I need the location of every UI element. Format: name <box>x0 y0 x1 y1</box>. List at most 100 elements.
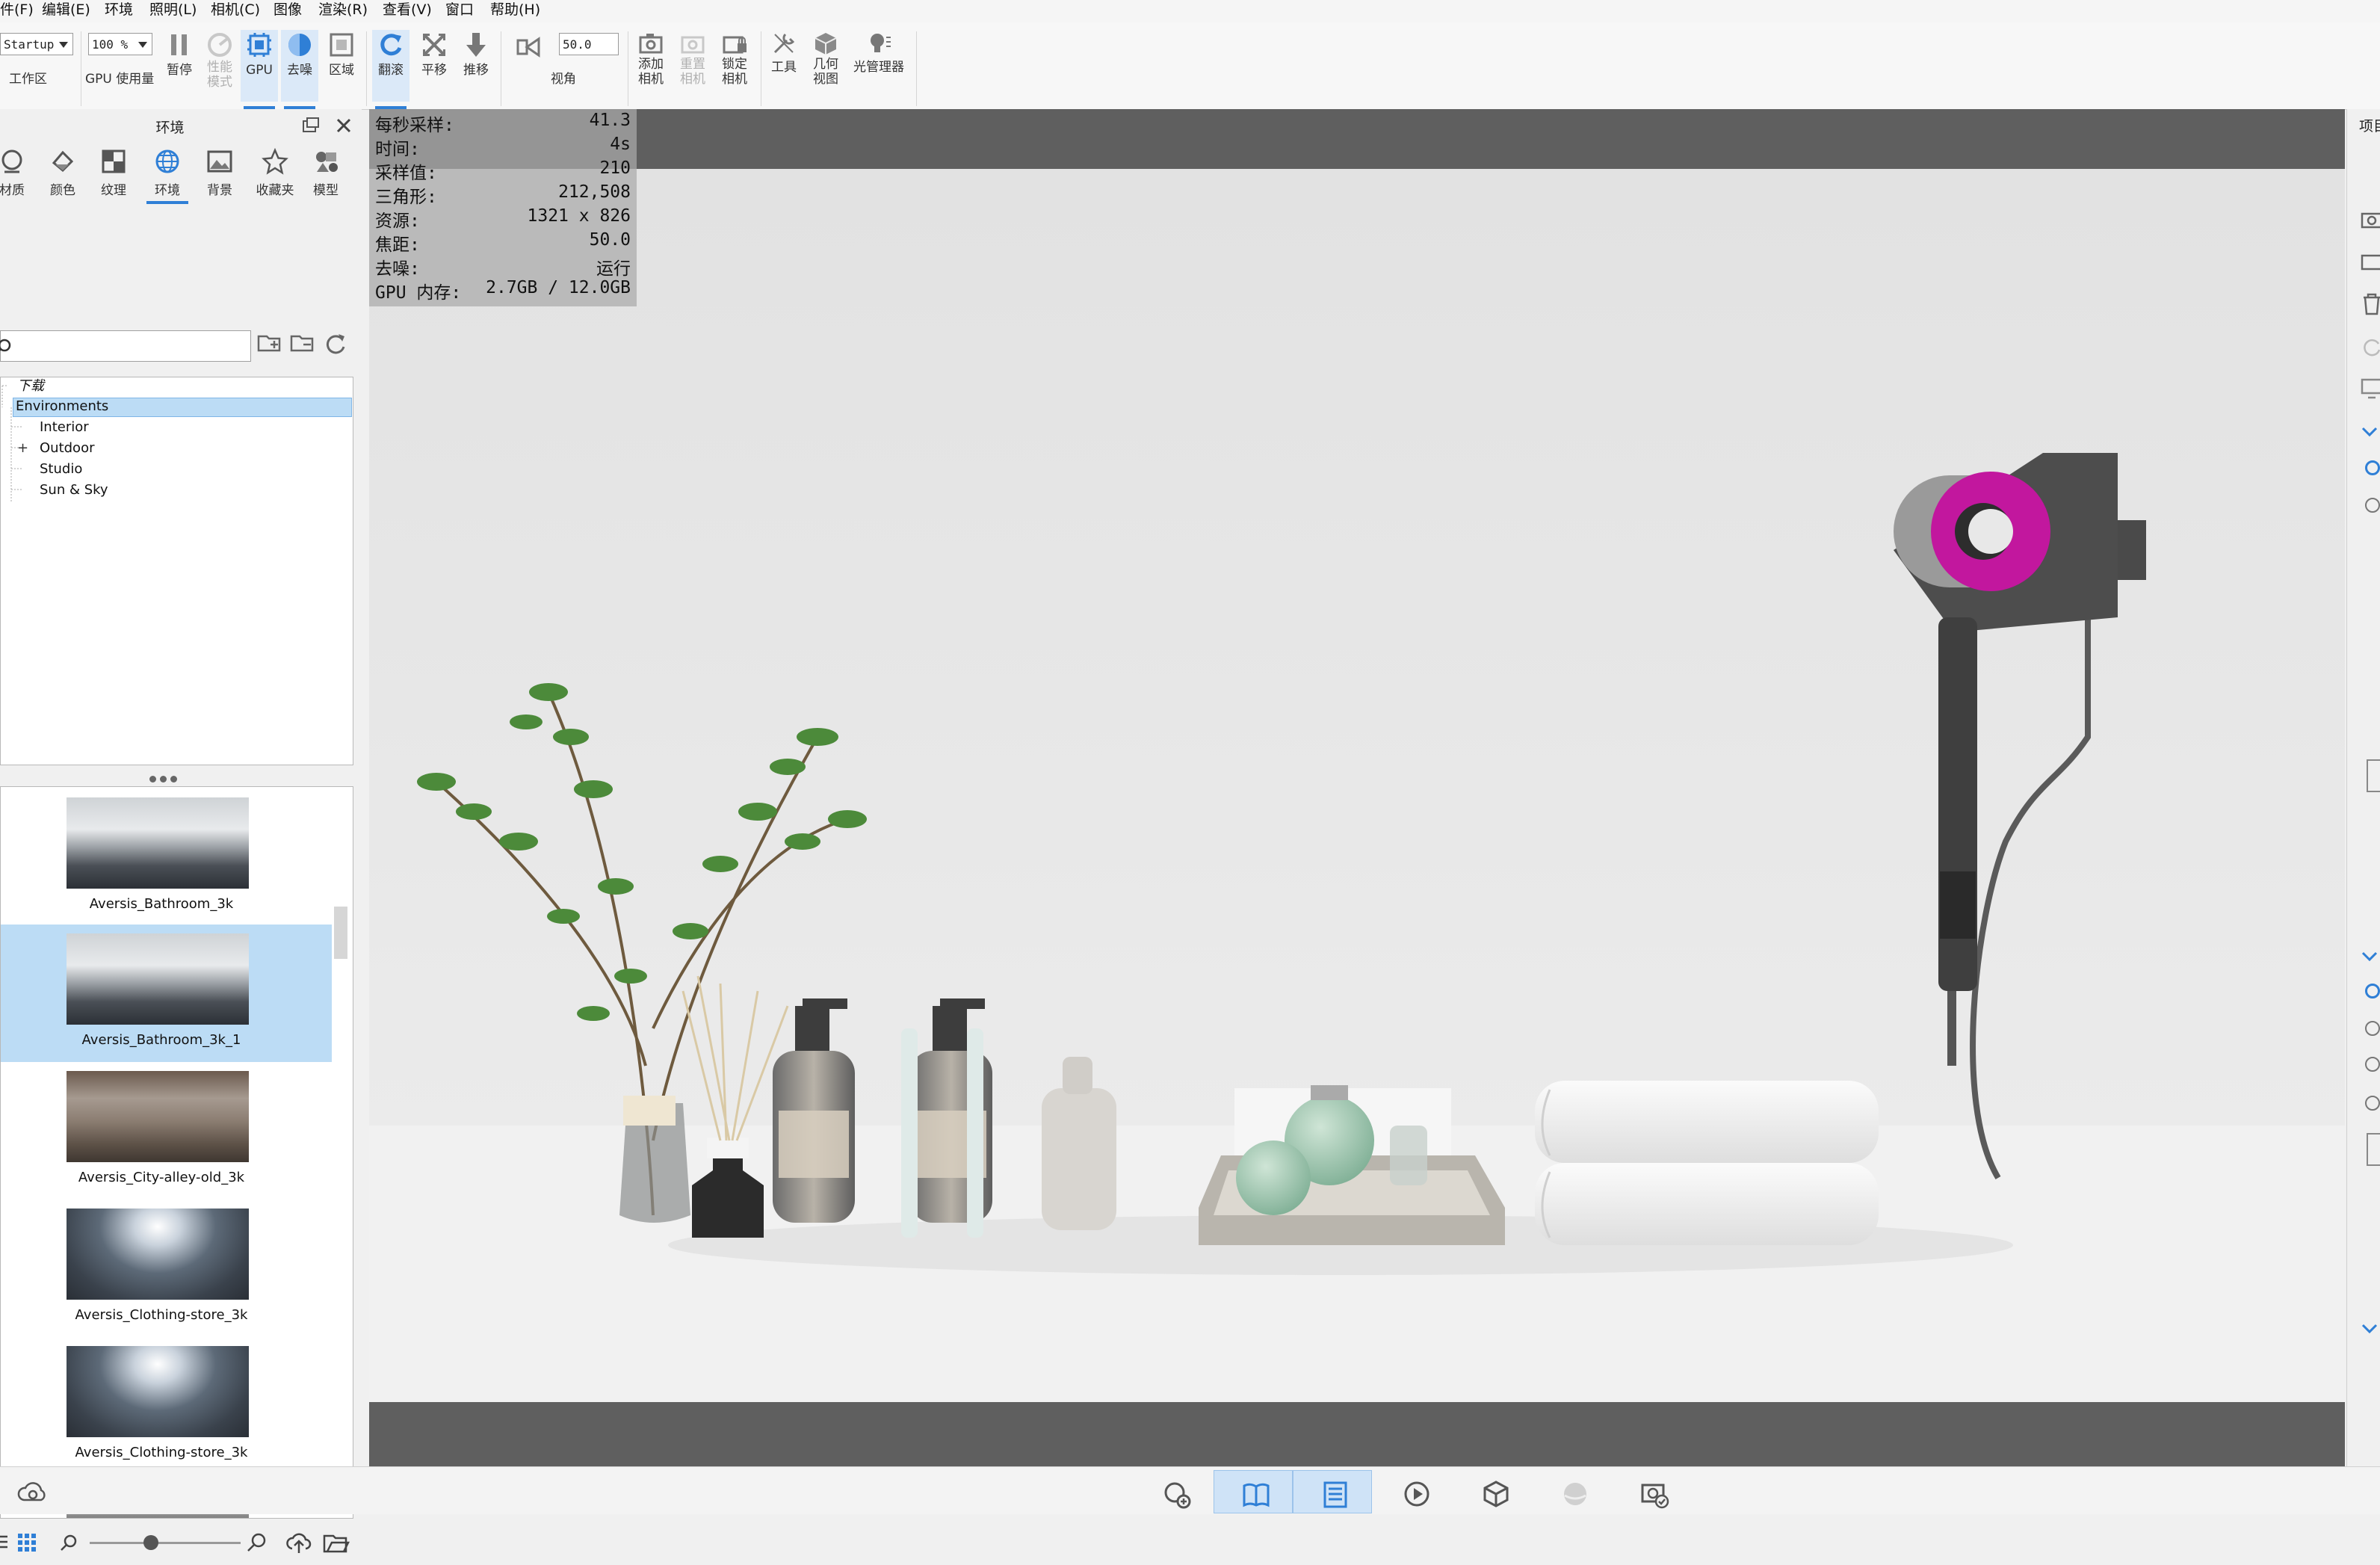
field-of-view-icon <box>516 37 540 58</box>
thumbnail-item[interactable]: Aversis_City-alley-old_3k <box>1 1062 332 1200</box>
grid-view-icon[interactable] <box>18 1534 36 1552</box>
tree-node-sun-sky[interactable]: Sun & Sky <box>40 481 108 500</box>
radio-button[interactable] <box>2365 984 2380 998</box>
tumble-label: 翻滚 <box>378 63 404 78</box>
add-folder-icon[interactable] <box>257 332 282 354</box>
performance-mode-button[interactable]: 性能模式 <box>202 30 238 90</box>
library-search-input[interactable] <box>0 330 251 362</box>
text-field[interactable] <box>2367 759 2380 792</box>
library-button[interactable] <box>1214 1470 1293 1513</box>
field-of-view-input[interactable]: 50.0 <box>559 33 619 55</box>
tools-button[interactable]: 工具 <box>767 30 801 75</box>
menu-image[interactable]: 图像 <box>273 0 302 19</box>
menu-window[interactable]: 窗口 <box>445 0 474 19</box>
gpu-usage-select[interactable]: 100 % <box>88 33 152 55</box>
splitter-handle[interactable] <box>149 771 177 785</box>
hdri-thumbnail <box>67 1346 249 1437</box>
pause-button[interactable]: 暂停 <box>163 30 196 78</box>
text-field[interactable] <box>2367 1133 2380 1166</box>
expand-studio-icon[interactable]: + <box>17 442 28 455</box>
radio-button[interactable] <box>2365 1057 2380 1072</box>
refresh-icon[interactable] <box>323 332 347 354</box>
trash-icon[interactable] <box>2361 293 2380 315</box>
star-icon <box>262 147 288 175</box>
animation-button[interactable] <box>1375 1470 1454 1513</box>
chevron-down-icon[interactable] <box>2361 951 2379 963</box>
thumbnail-caption: Aversis_Clothing-store_3k <box>75 1307 248 1323</box>
radio-button[interactable] <box>2365 1021 2380 1036</box>
list-view-icon[interactable] <box>0 1534 9 1550</box>
denoise-toggle[interactable]: 去噪 <box>281 30 318 109</box>
cloud-settings-icon[interactable] <box>16 1479 49 1506</box>
zoom-in-icon[interactable] <box>247 1532 268 1553</box>
hdri-thumbnail <box>67 1209 249 1300</box>
project-button[interactable] <box>1293 1470 1372 1513</box>
remove-folder-icon[interactable] <box>290 332 315 354</box>
tab-textures[interactable]: 纹理 <box>90 148 137 198</box>
keyshotxr-button[interactable] <box>1454 1470 1533 1513</box>
add-camera-button[interactable]: 添加相机 <box>632 30 670 87</box>
tab-favorites[interactable]: 收藏夹 <box>248 147 302 198</box>
menu-environment[interactable]: 环境 <box>105 0 133 19</box>
thumbnail-size-slider-handle[interactable] <box>143 1535 158 1550</box>
tab-environment[interactable]: 环境 <box>143 148 191 204</box>
geometry-view-button[interactable]: 几何视图 <box>809 30 843 87</box>
tree-node-downloads[interactable]: 下载 <box>17 377 44 396</box>
disabled-tool-button[interactable] <box>1533 1470 1613 1513</box>
radio-button[interactable] <box>2365 1096 2380 1111</box>
menu-file[interactable]: 件(F) <box>0 0 34 19</box>
workspace-select[interactable]: Startup <box>0 33 73 55</box>
chevron-down-icon[interactable] <box>2361 426 2379 438</box>
stat-denoise: 去噪: 运行 <box>375 259 631 279</box>
cloud-upload-icon[interactable] <box>285 1531 312 1555</box>
render-button[interactable] <box>1613 1470 1692 1513</box>
menu-edit[interactable]: 编辑(E) <box>42 0 90 19</box>
reset-camera-button[interactable]: 重置相机 <box>674 30 711 87</box>
tree-node-studio[interactable]: Studio <box>40 460 82 479</box>
close-icon[interactable] <box>335 117 353 135</box>
thumbnail-item[interactable]: Aversis_Bathroom_3k <box>1 788 332 926</box>
fov-label: 视角 <box>551 72 576 87</box>
tree-node-interior[interactable]: Interior <box>40 418 89 437</box>
screenshot-icon[interactable] <box>2361 209 2380 229</box>
radio-button[interactable] <box>2365 498 2380 513</box>
rotate-icon[interactable] <box>2361 336 2380 359</box>
zoom-out-icon[interactable] <box>60 1534 78 1552</box>
menu-render[interactable]: 渲染(R) <box>318 0 368 19</box>
gpu-toggle[interactable]: GPU <box>241 30 278 109</box>
tree-node-environments[interactable]: Environments <box>16 397 108 416</box>
tab-backplates[interactable]: 背景 <box>196 148 244 198</box>
tab-textures-label: 纹理 <box>101 183 126 198</box>
menu-help[interactable]: 帮助(H) <box>490 0 540 19</box>
pan-tool[interactable]: 平移 <box>415 30 453 78</box>
tab-materials[interactable]: 材质 <box>0 148 36 198</box>
radio-button[interactable] <box>2365 460 2380 475</box>
thumbnail-item[interactable]: Aversis_Clothing-store_3k <box>1 1337 332 1475</box>
menu-lighting[interactable]: 照明(L) <box>149 0 197 19</box>
region-button[interactable]: 区域 <box>323 30 360 78</box>
menu-camera[interactable]: 相机(C) <box>211 0 260 19</box>
dolly-tool[interactable]: 推移 <box>457 30 495 78</box>
display-icon[interactable] <box>2361 378 2380 399</box>
chevron-down-icon[interactable] <box>2361 1323 2379 1335</box>
menu-view[interactable]: 查看(V) <box>383 0 432 19</box>
thumbnail-item-selected[interactable]: Aversis_Bathroom_3k_1 <box>1 925 332 1062</box>
import-icon <box>1164 1482 1191 1509</box>
lock-camera-button[interactable]: 锁定相机 <box>716 30 753 87</box>
thumbnail-scrollbar[interactable] <box>334 907 347 959</box>
tree-node-outdoor[interactable]: Outdoor <box>40 439 95 458</box>
tab-models[interactable]: 模型 <box>302 148 350 198</box>
thumbnail-size-slider[interactable] <box>90 1542 241 1544</box>
tab-colors[interactable]: 颜色 <box>39 148 87 198</box>
thumbnail-item[interactable]: Aversis_Clothing-store_3k <box>1 1200 332 1337</box>
open-folder-icon[interactable] <box>323 1532 350 1555</box>
import-button[interactable] <box>1136 1470 1215 1513</box>
add-camera-label: 添加相机 <box>638 57 664 87</box>
light-manager-button[interactable]: 光管理器 <box>849 30 909 75</box>
undock-icon[interactable] <box>302 117 320 133</box>
tumble-tool[interactable]: 翻滚 <box>372 30 409 109</box>
stat-resolution: 资源: 1321 x 826 <box>375 206 631 231</box>
render-viewport[interactable]: 每秒采样: 41.3 时间: 4s 采样值: 210 三角形: 212,508 资源: 1… <box>369 109 2345 1466</box>
render-check-icon <box>1641 1484 1669 1509</box>
camera-icon[interactable] <box>2361 251 2380 271</box>
